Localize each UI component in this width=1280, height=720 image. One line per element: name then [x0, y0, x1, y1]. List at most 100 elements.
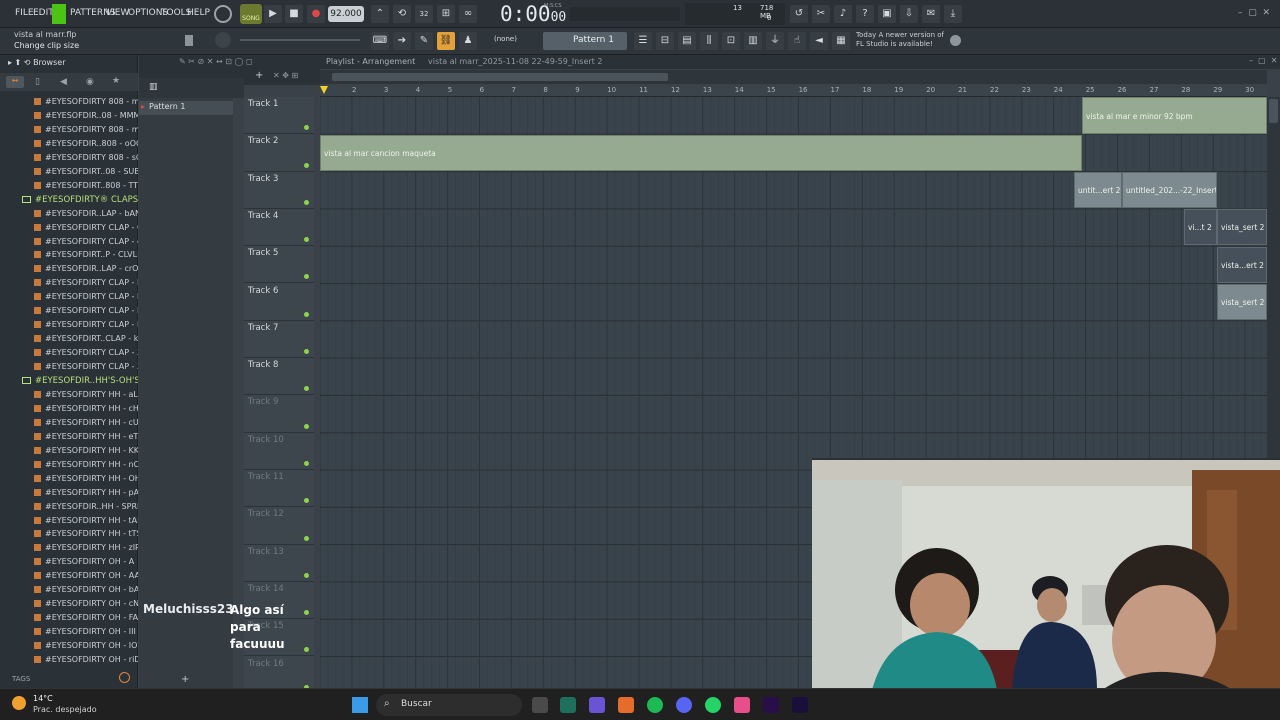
browser-folder[interactable]: #EYESOFDIRTY® CLAPS — [22, 195, 138, 205]
track-header[interactable]: Track 4 — [244, 209, 314, 247]
tags-label[interactable]: TAGS — [12, 675, 30, 683]
stamp-icon[interactable]: ♟ — [459, 32, 477, 50]
browser-file[interactable]: #EYESOFDIRTY HH - zIP — [34, 543, 138, 552]
task-view-icon[interactable] — [532, 697, 548, 713]
audio-clip[interactable]: vi...t 2 — [1184, 209, 1217, 245]
plug-icon[interactable]: ⏚ — [766, 32, 784, 50]
audio-clip[interactable]: vista_sert 2 — [1217, 209, 1267, 245]
audio-clip[interactable]: vista_sert 2 — [1217, 284, 1267, 320]
whatsapp-icon[interactable] — [705, 697, 721, 713]
pencil-icon[interactable]: ✎ — [415, 32, 433, 50]
menu-help[interactable]: HELP — [187, 8, 210, 18]
piano-roll-icon[interactable]: ⊟ — [656, 32, 674, 50]
browser-file[interactable]: #EYESOFDIRTY HH - aLM — [34, 390, 138, 399]
track-header[interactable]: Track 1 — [244, 97, 314, 135]
browser-file[interactable]: #EYESOFDIRTY HH - cHE — [34, 404, 138, 413]
weather-icon[interactable] — [12, 696, 26, 710]
menu-file[interactable]: FILE — [15, 8, 34, 18]
taskbar-search[interactable]: ⌕ Buscar — [376, 694, 522, 716]
speaker-icon[interactable]: ◄ — [810, 32, 828, 50]
playlist-tools[interactable]: ✎ ✂ ⊘ ✕ ↔ ⊡ ◯ ◻ — [179, 57, 253, 66]
browser-file[interactable]: #EYESOFDIRTY OH - riDE — [34, 655, 138, 664]
pitch-knob[interactable] — [215, 32, 231, 48]
track-mute-led[interactable] — [304, 199, 309, 205]
browser-file[interactable]: #EYESOFDIRTY HH - cUT — [34, 418, 138, 427]
undo-icon[interactable]: ↺ — [790, 5, 808, 23]
track-header[interactable]: Track 3 — [244, 172, 314, 209]
track-mute-led[interactable] — [304, 423, 309, 429]
browser-file[interactable]: #EYESOFDIRTY OH - FAH — [34, 613, 138, 622]
browser-file[interactable]: #EYESOFDIRTY HH - pArt — [34, 488, 138, 497]
search-icon[interactable] — [119, 672, 130, 683]
fl-studio-taskbar-icon[interactable] — [618, 697, 634, 713]
browser-folder[interactable]: #EYESOFDIR..HH'S-OH'S — [22, 376, 138, 386]
browser-file[interactable]: #EYESOFDIRTY CLAP - CCC — [34, 223, 138, 232]
track-mute-led[interactable] — [304, 237, 309, 243]
browser-star-icon[interactable]: ★ — [112, 76, 120, 86]
add-pattern-icon[interactable]: + — [181, 674, 189, 685]
save-icon[interactable]: ▣ — [878, 5, 896, 23]
audio-clip[interactable]: untitled_202...-22_Insert 2 — [1122, 172, 1217, 208]
zoom-icons[interactable]: ✕ ✥ ⊞ — [273, 71, 298, 80]
globe-icon[interactable] — [950, 35, 961, 46]
browser-file[interactable]: #EYESOFDIR..LAP - bANDS — [34, 209, 138, 218]
weather-temp[interactable]: 14°C — [33, 694, 53, 703]
tempo-display[interactable]: 92.000 — [328, 6, 364, 22]
track-header[interactable]: Track 2 — [244, 134, 314, 172]
scroll-thumb[interactable] — [332, 73, 668, 81]
browser-file[interactable]: #EYESOFDIRT..P - CLVLNd — [34, 250, 138, 259]
download-icon[interactable]: ⤓ — [944, 5, 962, 23]
browser-file[interactable]: #EYESOFDIRTY CLAP - EVA — [34, 278, 138, 287]
track-mute-led[interactable] — [304, 498, 309, 504]
render-icon[interactable]: ⇩ — [900, 5, 918, 23]
browser-file[interactable]: #EYESOFDIRT..08 - SUBUc — [34, 167, 138, 176]
step-edit-icon[interactable]: ⊞ — [437, 5, 455, 23]
track-header[interactable]: Track 8 — [244, 358, 314, 396]
menu-edit[interactable]: EDIT — [33, 8, 54, 18]
browser-file[interactable]: #EYESOFDIRT..CLAP - kKU — [34, 334, 138, 343]
browser-file[interactable]: #EYESOFDIR..808 - oOOO — [34, 139, 138, 148]
help-icon[interactable]: ? — [856, 5, 874, 23]
record-button[interactable]: ● — [307, 5, 325, 23]
windows-start-icon[interactable] — [352, 697, 368, 713]
channel-rack-icon[interactable]: ▤ — [678, 32, 696, 50]
browser-file[interactable]: #EYESOFDIRTY OH - A — [34, 557, 134, 566]
audio-clip[interactable]: vista...ert 2 — [1217, 247, 1267, 283]
audio-clip[interactable]: vista al mar e minor 92 bpm — [1082, 97, 1267, 134]
pattern-selector[interactable]: Pattern 1 — [543, 32, 627, 50]
mixer-icon[interactable]: ⫼ — [700, 32, 718, 50]
track-mute-led[interactable] — [304, 162, 309, 168]
track-header[interactable]: Track 9 — [244, 395, 314, 433]
window-controls[interactable]: – ▢ ✕ — [1238, 8, 1270, 18]
track-header[interactable]: Track 12 — [244, 507, 314, 545]
track-mute-led[interactable] — [304, 460, 309, 466]
browser-file[interactable]: #EYESOFDIRTY HH - KK — [34, 446, 138, 455]
browser-file[interactable]: #EYESOFDIRTY OH - AAA — [34, 571, 138, 580]
playlist-window-controls[interactable]: – ▢ ✕ — [1249, 56, 1277, 65]
browser-file[interactable]: #EYESOFDIRTY OH - cNZX — [34, 599, 138, 608]
browser-file[interactable]: #EYESOFDIRTY OH - IOW — [34, 641, 138, 650]
track-header[interactable]: Track 13 — [244, 545, 314, 582]
browser-file[interactable]: #EYESOFDIRTY HH - eTA — [34, 432, 138, 441]
mic-icon[interactable]: ♪ — [834, 5, 852, 23]
arrow-icon[interactable]: ➔ — [393, 32, 411, 50]
vscroll-thumb[interactable] — [1269, 99, 1278, 123]
track-header[interactable]: Track 7 — [244, 321, 314, 359]
browser-file[interactable]: #EYESOFDIRTY CLAP - cLN — [34, 237, 138, 246]
teams-icon[interactable] — [589, 697, 605, 713]
after-effects-icon[interactable] — [792, 697, 808, 713]
playlist-icon[interactable]: ☰ — [634, 32, 652, 50]
snap-select[interactable]: (none) — [494, 35, 517, 43]
weather-desc[interactable]: Prac. despejado — [33, 705, 97, 714]
browser-file[interactable]: #EYESOFDIRTY 808 - mINI — [34, 97, 138, 106]
track-header[interactable]: Track 10 — [244, 433, 314, 470]
track-header[interactable]: Track 11 — [244, 470, 314, 508]
picker-item[interactable]: ▸ Pattern 1 — [139, 101, 233, 115]
playlist-horizontal-scroll[interactable] — [320, 70, 1267, 84]
add-track-icon[interactable]: + — [255, 70, 263, 81]
chat-icon[interactable]: ✉ — [922, 5, 940, 23]
track-mute-led[interactable] — [304, 274, 309, 280]
play-button[interactable]: ▶ — [264, 5, 282, 23]
browser-files-icon[interactable]: ▯ — [35, 77, 40, 87]
browser-speaker-icon[interactable]: ◀ — [60, 77, 67, 87]
